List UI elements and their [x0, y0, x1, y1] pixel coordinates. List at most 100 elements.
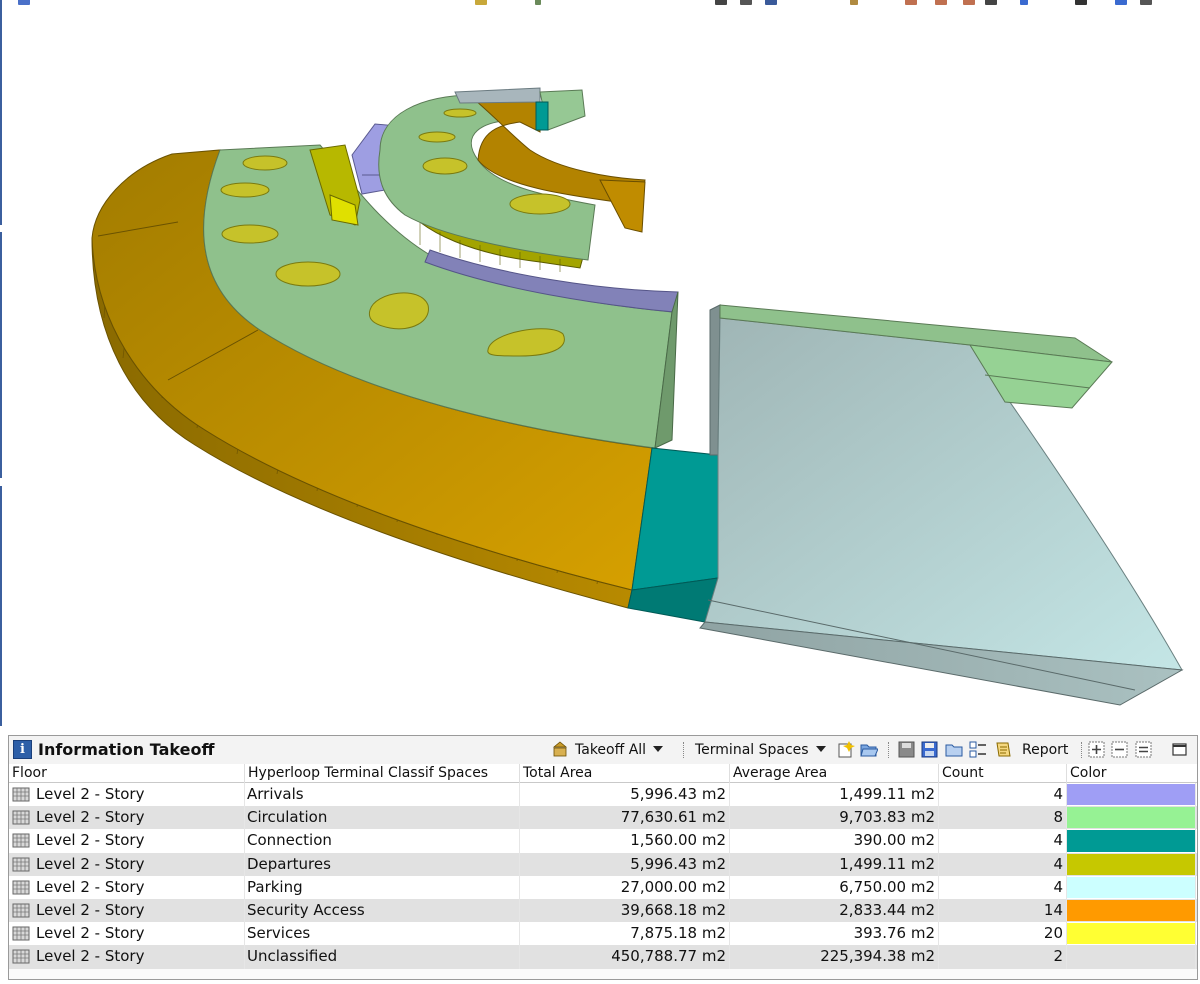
- floor-cell: Level 2 - Story: [9, 875, 245, 899]
- average-area-cell: 1,499.11 m2: [730, 783, 939, 807]
- open-preset-icon[interactable]: [860, 741, 878, 758]
- color-swatch[interactable]: [1067, 923, 1195, 945]
- column-header-color[interactable]: Color: [1067, 764, 1196, 783]
- floor-icon: [12, 787, 30, 802]
- floor-label: Level 2 - Story: [36, 900, 145, 919]
- space-cell: Arrivals: [245, 783, 520, 807]
- color-cell[interactable]: [1067, 945, 1196, 969]
- count-cell: 2: [939, 945, 1067, 969]
- maximize-icon[interactable]: [1171, 741, 1189, 758]
- average-area-cell: 225,394.38 m2: [730, 945, 939, 969]
- total-area-cell: 1,560.00 m2: [520, 829, 730, 853]
- floor-label: Level 2 - Story: [36, 877, 145, 896]
- total-area-cell: 27,000.00 m2: [520, 875, 730, 899]
- folder-icon[interactable]: [945, 741, 963, 758]
- floor-cell: Level 2 - Story: [9, 783, 245, 807]
- table-row[interactable]: Level 2 - Story Circulation 77,630.61 m2 9,…: [9, 806, 1197, 830]
- 3d-viewport[interactable]: [0, 0, 1200, 730]
- table-row[interactable]: Level 2 - Story Departures 5,996.43 m2 1,49…: [9, 852, 1197, 876]
- color-cell[interactable]: [1067, 806, 1196, 830]
- count-cell: 4: [939, 875, 1067, 899]
- floor-label: Level 2 - Story: [36, 785, 145, 803]
- total-area-cell: 5,996.43 m2: [520, 852, 730, 876]
- color-swatch[interactable]: [1067, 899, 1195, 922]
- space-cell: Connection: [245, 829, 520, 853]
- floor-icon: [12, 880, 30, 895]
- collapse-all-icon[interactable]: [1111, 741, 1129, 758]
- column-header-floor[interactable]: Floor: [9, 764, 245, 783]
- color-cell[interactable]: [1067, 898, 1196, 923]
- floor-cell: Level 2 - Story: [9, 829, 245, 853]
- floor-icon: [12, 926, 30, 941]
- color-swatch[interactable]: [1067, 784, 1195, 806]
- parking-block: [699, 304, 1184, 706]
- column-header-space[interactable]: Hyperloop Terminal Classif Spaces: [245, 764, 520, 783]
- table-row[interactable]: Level 2 - Story Security Access 39,668.18 …: [9, 898, 1197, 923]
- color-cell[interactable]: [1067, 875, 1196, 899]
- column-header-average-area[interactable]: Average Area: [730, 764, 939, 783]
- floor-cell: Level 2 - Story: [9, 922, 245, 946]
- average-area-cell: 390.00 m2: [730, 829, 939, 853]
- floor-icon: [12, 857, 30, 872]
- building-model[interactable]: [0, 0, 1200, 730]
- count-cell: 4: [939, 783, 1067, 807]
- color-swatch[interactable]: [1067, 946, 1195, 968]
- space-cell: Parking: [245, 875, 520, 899]
- takeoff-icon: [552, 741, 568, 757]
- count-cell: 20: [939, 922, 1067, 946]
- space-cell: Circulation: [245, 806, 520, 830]
- space-cell: Security Access: [245, 898, 520, 923]
- save-as-icon[interactable]: [921, 741, 939, 758]
- total-area-cell: 450,788.77 m2: [520, 945, 730, 969]
- report-icon: [996, 742, 1011, 757]
- new-preset-icon[interactable]: [837, 741, 855, 758]
- expand-all-icon[interactable]: [1088, 741, 1106, 758]
- column-header-count[interactable]: Count: [939, 764, 1067, 783]
- color-cell[interactable]: [1067, 922, 1196, 946]
- color-cell[interactable]: [1067, 829, 1196, 853]
- count-cell: 4: [939, 852, 1067, 876]
- table-row[interactable]: Level 2 - Story Arrivals 5,996.43 m2 1,499.…: [9, 783, 1197, 807]
- save-icon[interactable]: [898, 741, 916, 758]
- toolbar-separator: [888, 742, 889, 758]
- average-area-cell: 393.76 m2: [730, 922, 939, 946]
- total-area-cell: 7,875.18 m2: [520, 922, 730, 946]
- column-header-total-area[interactable]: Total Area: [520, 764, 730, 783]
- table-row[interactable]: Level 2 - Story Unclassified 450,788.77 m2…: [9, 945, 1197, 969]
- information-takeoff-panel: i Information Takeoff Takeoff All Termin…: [8, 735, 1198, 980]
- preset-dropdown[interactable]: Terminal Spaces: [695, 739, 826, 761]
- average-area-cell: 2,833.44 m2: [730, 898, 939, 923]
- toolbar-separator: [1081, 742, 1082, 758]
- checklist-icon[interactable]: [969, 741, 987, 758]
- average-area-cell: 9,703.83 m2: [730, 806, 939, 830]
- total-area-cell: 77,630.61 m2: [520, 806, 730, 830]
- preset-label: Terminal Spaces: [695, 742, 809, 758]
- report-button[interactable]: Report: [1022, 739, 1068, 761]
- total-area-cell: 5,996.43 m2: [520, 783, 730, 807]
- count-cell: 4: [939, 829, 1067, 853]
- floor-icon: [12, 903, 30, 918]
- color-swatch[interactable]: [1067, 853, 1195, 875]
- floor-label: Level 2 - Story: [36, 831, 145, 850]
- chevron-down-icon: [815, 746, 826, 752]
- color-swatch[interactable]: [1067, 876, 1195, 898]
- color-cell[interactable]: [1067, 783, 1196, 807]
- floor-icon: [12, 949, 30, 964]
- equal-icon[interactable]: [1135, 741, 1153, 758]
- color-swatch[interactable]: [1067, 830, 1195, 852]
- table-row[interactable]: Level 2 - Story Parking 27,000.00 m2 6,750.…: [9, 875, 1197, 899]
- floor-label: Level 2 - Story: [36, 924, 145, 943]
- takeoff-all-label: Takeoff All: [575, 742, 647, 758]
- space-cell: Services: [245, 922, 520, 946]
- color-cell[interactable]: [1067, 852, 1196, 876]
- total-area-cell: 39,668.18 m2: [520, 898, 730, 923]
- floor-label: Level 2 - Story: [36, 808, 145, 827]
- floor-icon: [12, 810, 30, 825]
- table-row[interactable]: Level 2 - Story Services 7,875.18 m2 393.76…: [9, 922, 1197, 946]
- table-row[interactable]: Level 2 - Story Connection 1,560.00 m2 390.…: [9, 829, 1197, 853]
- panel-header: i Information Takeoff Takeoff All Termin…: [9, 736, 1197, 764]
- panel-title: Information Takeoff: [38, 740, 215, 759]
- count-cell: 14: [939, 898, 1067, 923]
- color-swatch[interactable]: [1067, 807, 1195, 829]
- takeoff-all-dropdown[interactable]: Takeoff All: [575, 739, 664, 761]
